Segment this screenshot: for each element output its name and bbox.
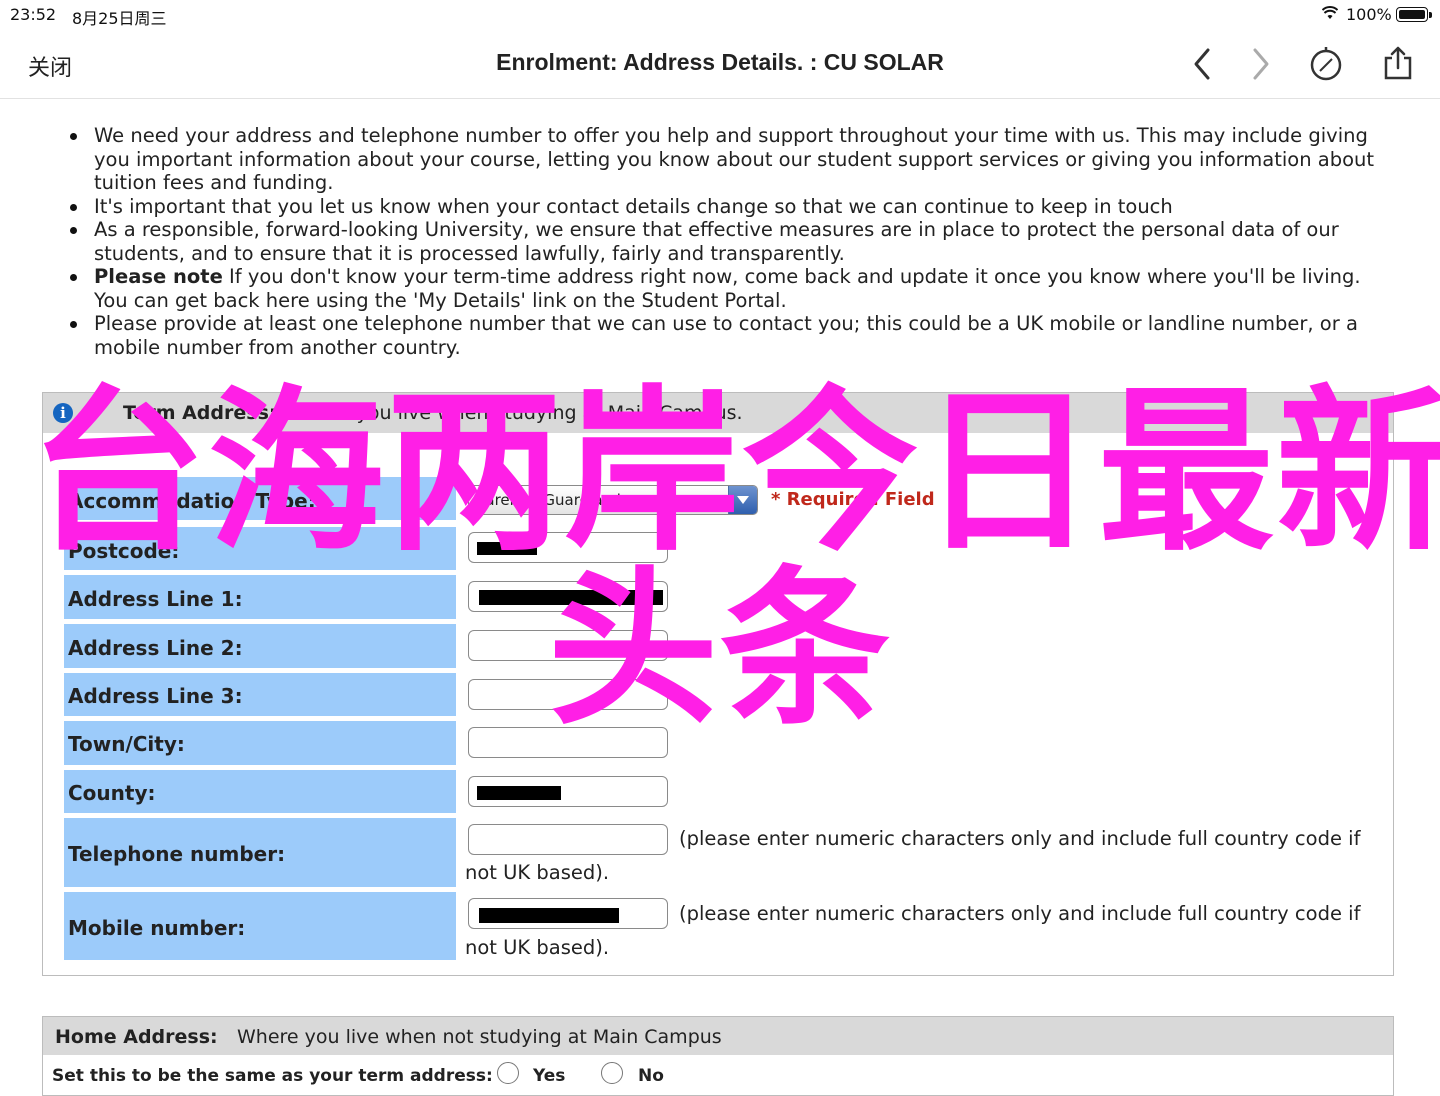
home-address-description: Where you live when not studying at Main… (237, 1026, 722, 1048)
same-yes-radio[interactable] (497, 1062, 519, 1084)
list-item-text: Please provide at least one telephone nu… (94, 312, 1358, 359)
list-item: As a responsible, forward-looking Univer… (70, 218, 1400, 265)
redacted-value (479, 908, 619, 923)
mobile-number-input[interactable] (468, 898, 668, 929)
battery-icon (1396, 7, 1428, 22)
same-no-label: No (638, 1066, 664, 1086)
list-item: It's important that you let us know when… (70, 195, 1400, 219)
list-item: We need your address and telephone numbe… (70, 124, 1400, 195)
list-item: Please note If you don't know your term-… (70, 265, 1400, 312)
wifi-icon (1322, 6, 1338, 19)
same-as-term-label: Set this to be the same as your term add… (52, 1066, 493, 1086)
share-icon[interactable] (1378, 44, 1418, 84)
list-item: Please provide at least one telephone nu… (70, 312, 1400, 359)
chevron-right-icon[interactable] (1242, 44, 1282, 84)
telephone-hint-cont: not UK based). (465, 861, 610, 884)
page-title: Enrolment: Address Details. : CU SOLAR (496, 49, 944, 75)
redacted-value (477, 786, 561, 800)
chevron-left-icon[interactable] (1183, 44, 1223, 84)
battery-percent: 100% (1346, 5, 1392, 24)
mobile-number-label: Mobile number: (64, 892, 456, 960)
home-address-title: Home Address: (55, 1026, 218, 1048)
nav-bar: 关闭 Enrolment: Address Details. : CU SOLA… (0, 30, 1440, 99)
status-bar: 23:52 8月25日周三 100% (0, 0, 1440, 30)
intro-bullet-list: We need your address and telephone numbe… (70, 124, 1400, 359)
list-item-text: As a responsible, forward-looking Univer… (94, 218, 1339, 265)
address-line-2-label: Address Line 2: (64, 624, 456, 668)
list-item-text: We need your address and telephone numbe… (94, 124, 1375, 194)
compass-icon[interactable] (1306, 44, 1346, 84)
county-input[interactable] (468, 776, 668, 807)
same-yes-label: Yes (533, 1066, 566, 1086)
telephone-number-label: Telephone number: (64, 818, 456, 887)
telephone-hint: (please enter numeric characters only an… (679, 827, 1361, 850)
address-line-1-label: Address Line 1: (64, 575, 456, 619)
county-label: County: (64, 770, 456, 813)
watermark-headline-line-2: 头条 (548, 551, 893, 749)
town-city-label: Town/City: (64, 721, 456, 765)
status-date: 8月25日周三 (72, 9, 167, 28)
list-item-text: It's important that you let us know when… (94, 194, 1173, 218)
status-time: 23:52 (10, 5, 57, 24)
watermark-headline: 台海两岸今日最新 (30, 370, 1440, 575)
battery-tip (1429, 12, 1432, 18)
list-item-text: If you don't know your term-time address… (94, 265, 1361, 312)
mobile-hint: (please enter numeric characters only an… (679, 902, 1361, 925)
same-no-radio[interactable] (601, 1062, 623, 1084)
address-line-3-label: Address Line 3: (64, 673, 456, 716)
home-address-header: Home Address: Where you live when not st… (43, 1017, 1393, 1055)
telephone-number-input[interactable] (468, 824, 668, 855)
note-bold-label: Please note (94, 265, 223, 288)
mobile-hint-cont: not UK based). (465, 936, 610, 959)
